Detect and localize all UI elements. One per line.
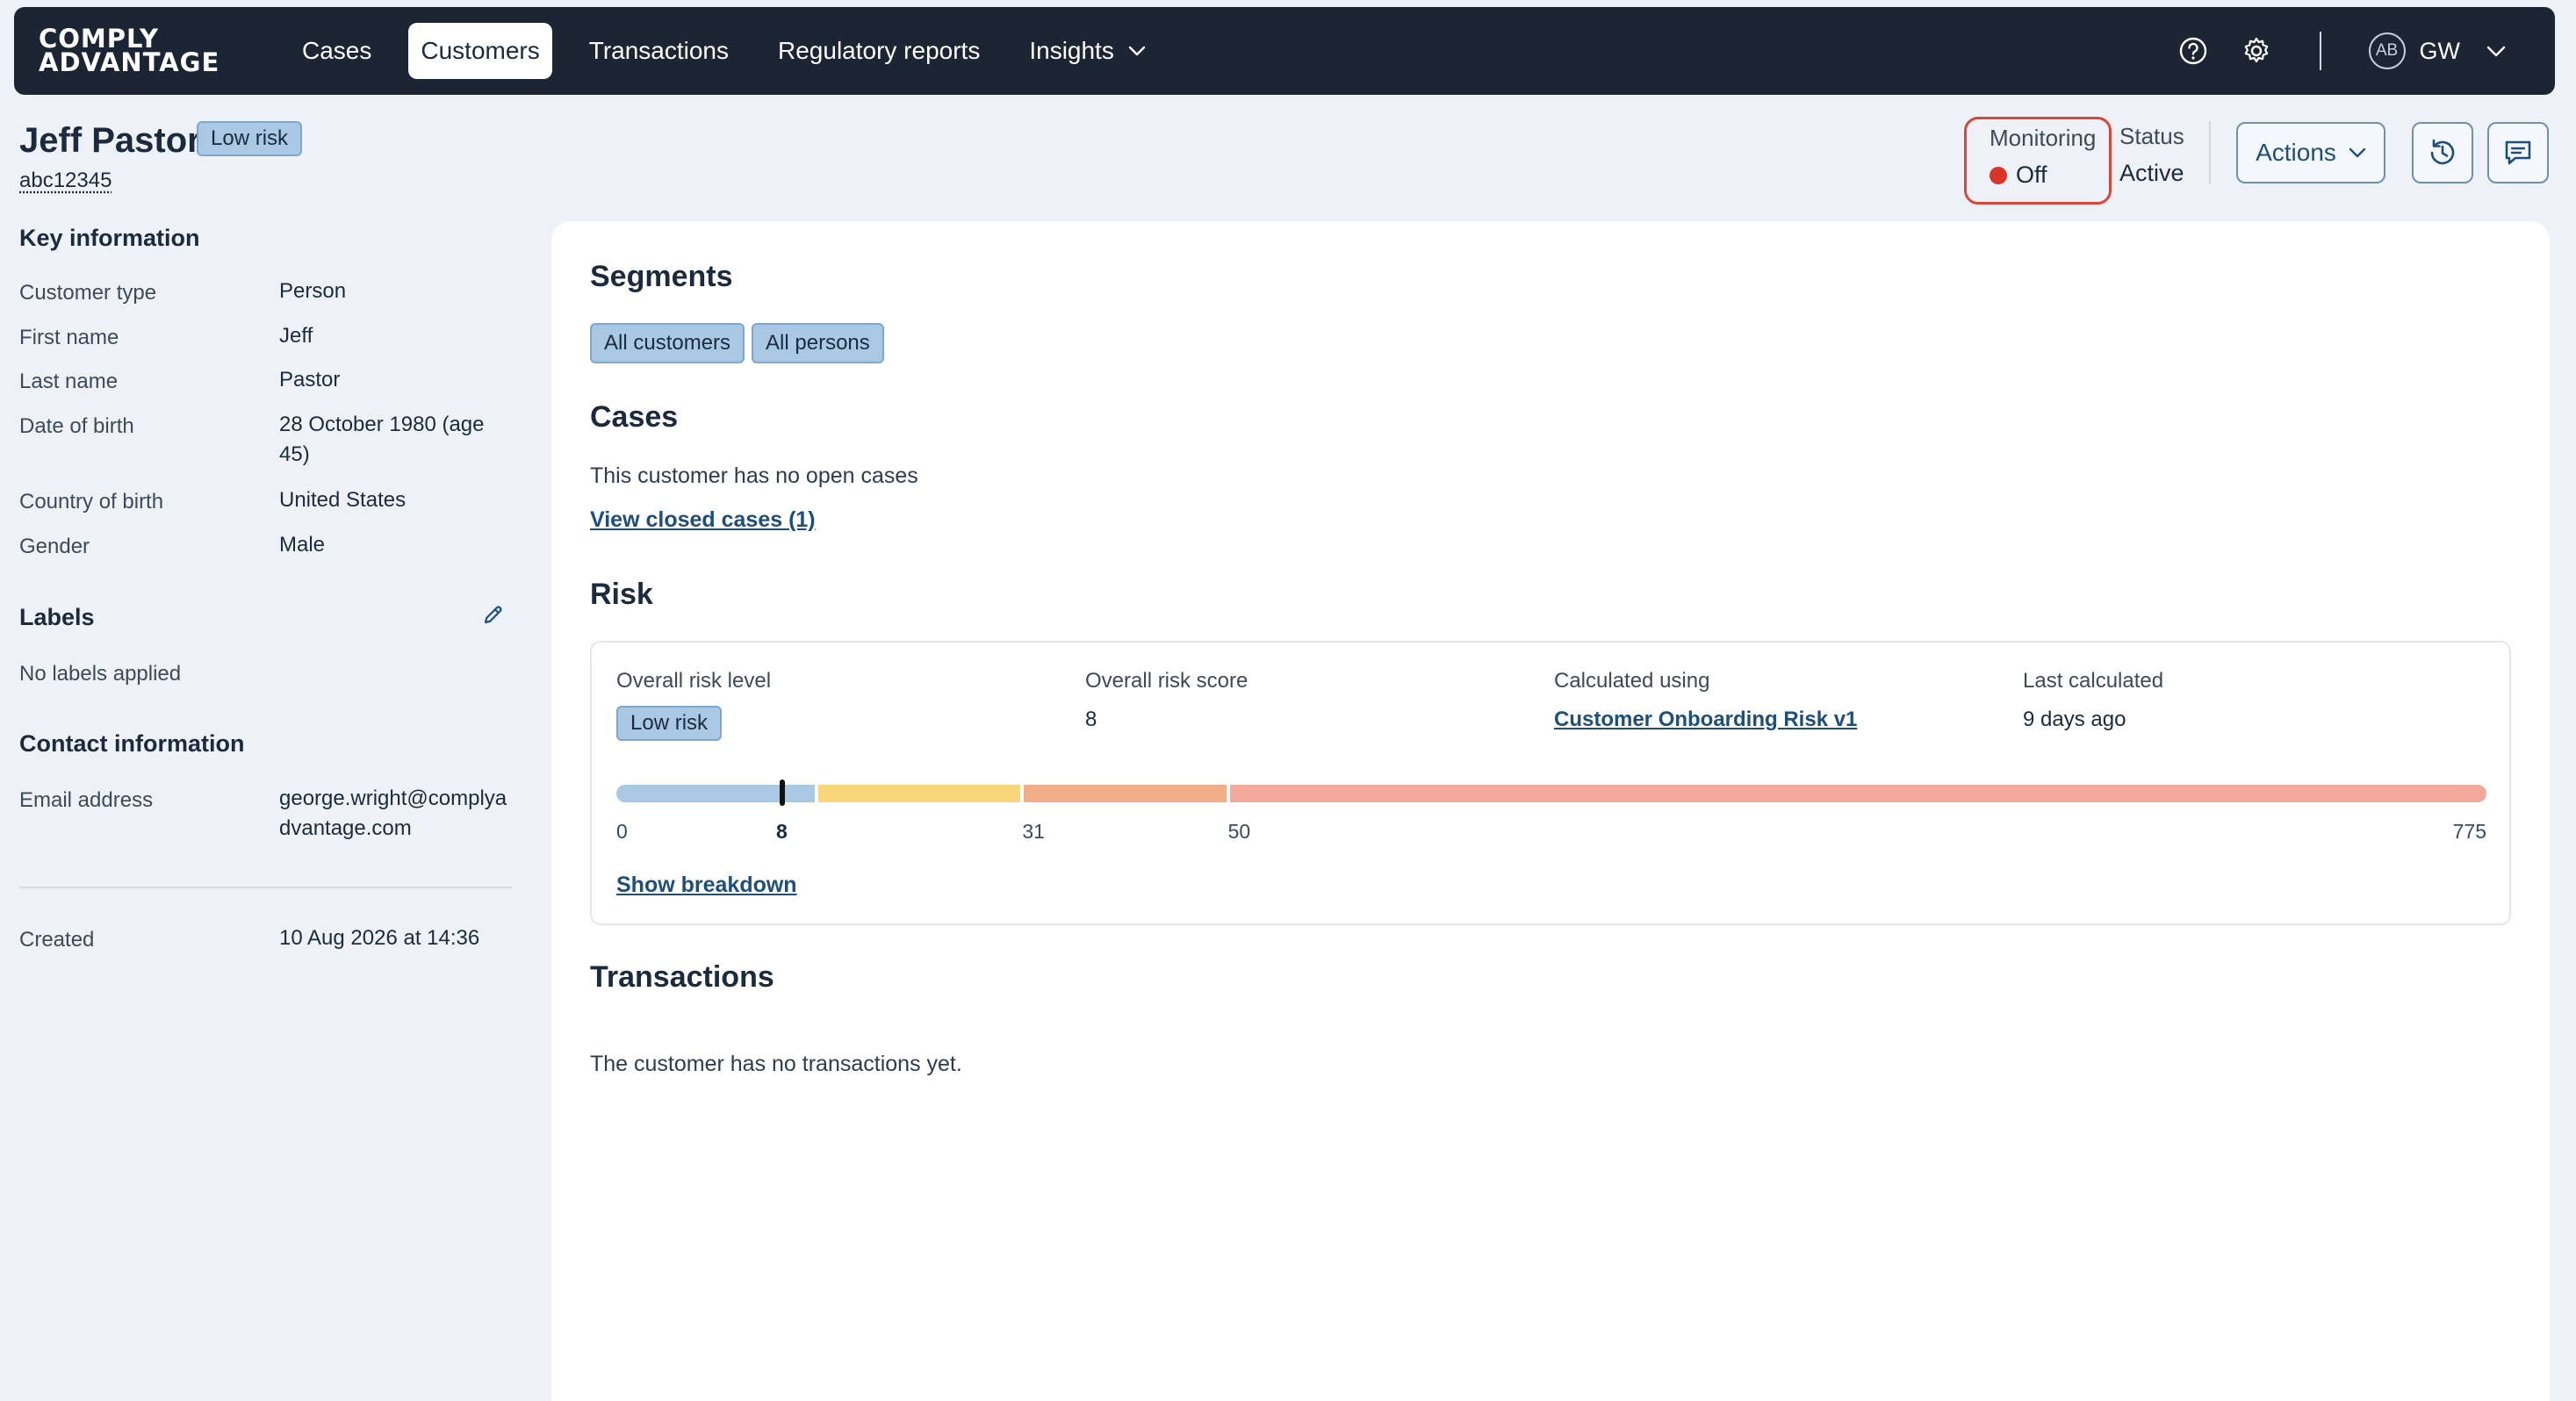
overall-risk-score-value: 8 — [1085, 708, 1097, 731]
current-score-marker — [780, 780, 786, 806]
nav-item-label: Insights — [1029, 37, 1114, 64]
scale-tick-label: 8 — [776, 820, 788, 843]
country-of-birth-label: Country of birth — [19, 490, 164, 514]
page-title: Jeff Pastor — [19, 121, 201, 160]
created-value: 10 Aug 2026 at 14:36 — [279, 926, 480, 950]
segment-badges: All customers All persons — [590, 323, 891, 363]
show-breakdown-link[interactable]: Show breakdown — [616, 873, 797, 898]
monitoring-value: Off — [1990, 162, 2047, 189]
nav-menu: Cases Customers Transactions Regulatory … — [290, 23, 1183, 79]
nav-right-section: AB GW — [2148, 32, 2507, 70]
no-transactions-text: The customer has no transactions yet. — [590, 1052, 962, 1076]
history-button[interactable] — [2412, 122, 2473, 183]
nav-item-label: Cases — [302, 37, 372, 64]
avatar[interactable]: AB — [2368, 32, 2406, 69]
comply-advantage-logo[interactable]: COMPLY ADVANTAGE — [39, 26, 249, 77]
nav-item-insights[interactable]: Insights — [1017, 23, 1158, 79]
last-calculated-value: 9 days ago — [2023, 708, 2126, 731]
no-labels-text: No labels applied — [19, 662, 182, 686]
nav-item-label: Regulatory reports — [778, 37, 981, 64]
date-of-birth-label: Date of birth — [19, 414, 134, 438]
last-name-label: Last name — [19, 370, 119, 393]
divider — [19, 887, 513, 888]
nav-divider — [2319, 32, 2321, 70]
risk-level-badge: Low risk — [197, 121, 303, 156]
scale-tick-label: 775 — [2452, 820, 2486, 843]
last-calculated-label: Last calculated — [2023, 669, 2164, 693]
logo-line-2: ADVANTAGE — [39, 47, 220, 77]
no-open-cases-text: This customer has no open cases — [590, 463, 918, 488]
comment-icon — [2502, 137, 2534, 169]
history-icon — [2427, 137, 2458, 169]
actions-button-label: Actions — [2256, 139, 2336, 166]
header-divider — [2209, 121, 2211, 184]
overall-risk-score-label: Overall risk score — [1085, 669, 1248, 693]
risk-summary-panel: Overall risk level Low risk Overall risk… — [590, 641, 2511, 925]
last-name-value: Pastor — [279, 368, 341, 392]
chevron-down-icon — [1128, 46, 1146, 56]
customer-type-value: Person — [279, 279, 347, 303]
labels-title: Labels — [19, 604, 95, 630]
nav-item-cases[interactable]: Cases — [290, 23, 384, 79]
email-address-value: george.wright@complyadvantage.com — [279, 787, 507, 840]
nav-item-label: Transactions — [588, 37, 729, 64]
gear-icon[interactable] — [2239, 33, 2274, 68]
help-circle-icon[interactable] — [2176, 33, 2211, 68]
scale-tick-label: 31 — [1022, 820, 1045, 843]
segment-badge-all-persons: All persons — [752, 323, 884, 363]
nav-item-customers[interactable]: Customers — [408, 23, 552, 79]
customer-type-label: Customer type — [19, 281, 157, 305]
calculated-using-label: Calculated using — [1554, 669, 1710, 693]
nav-item-label: Customers — [421, 37, 540, 64]
customer-overview-card: Segments All customers All persons Cases… — [551, 221, 2550, 1401]
segments-title: Segments — [590, 260, 733, 293]
view-closed-cases-link[interactable]: View closed cases (1) — [590, 507, 816, 533]
risk-title: Risk — [590, 578, 653, 611]
top-navigation-bar: COMPLY ADVANTAGE Cases Customers Transac… — [14, 7, 2555, 95]
scale-segment-very-high — [1229, 785, 2486, 802]
comments-button[interactable] — [2487, 122, 2549, 183]
scale-segment-medium — [818, 785, 1021, 802]
cases-title: Cases — [590, 400, 679, 434]
segment-badge-all-customers: All customers — [590, 323, 745, 363]
transactions-title: Transactions — [590, 960, 774, 994]
scale-tick-label: 50 — [1227, 820, 1251, 843]
overall-risk-level-badge: Low risk — [616, 706, 723, 741]
created-label: Created — [19, 928, 95, 952]
risk-model-link[interactable]: Customer Onboarding Risk v1 — [1554, 708, 1857, 732]
status-value: Active — [2119, 160, 2184, 186]
customer-id[interactable]: abc12345 — [19, 169, 112, 193]
contact-information-title: Contact information — [19, 730, 245, 757]
gender-label: Gender — [19, 535, 90, 558]
pencil-icon[interactable] — [481, 602, 506, 631]
overall-risk-level-label: Overall risk level — [616, 669, 772, 693]
first-name-label: First name — [19, 326, 119, 349]
risk-score-scale — [616, 780, 2486, 806]
key-information-title: Key information — [19, 225, 200, 251]
status-label: Status — [2119, 123, 2184, 149]
actions-button[interactable]: Actions — [2236, 122, 2385, 183]
monitoring-value-text: Off — [2016, 162, 2047, 188]
scale-segment-low — [616, 785, 816, 802]
user-initials[interactable]: GW — [2420, 38, 2461, 65]
nav-item-transactions[interactable]: Transactions — [577, 23, 741, 79]
nav-item-regulatory-reports[interactable]: Regulatory reports — [766, 23, 992, 79]
gender-value: Male — [279, 533, 326, 557]
scale-tick-label: 0 — [616, 820, 628, 843]
monitoring-label: Monitoring — [1990, 125, 2097, 151]
chevron-down-icon — [2349, 147, 2366, 158]
status-dot-icon — [1990, 166, 2007, 184]
scale-segment-high — [1024, 785, 1227, 802]
chevron-down-icon[interactable] — [2486, 46, 2506, 57]
email-address-label: Email address — [19, 788, 154, 812]
date-of-birth-value: 28 October 1980 (age 45) — [279, 413, 485, 466]
country-of-birth-value: United States — [279, 488, 407, 512]
first-name-value: Jeff — [279, 324, 313, 348]
monitoring-status[interactable]: Monitoring Off — [1964, 117, 2112, 205]
